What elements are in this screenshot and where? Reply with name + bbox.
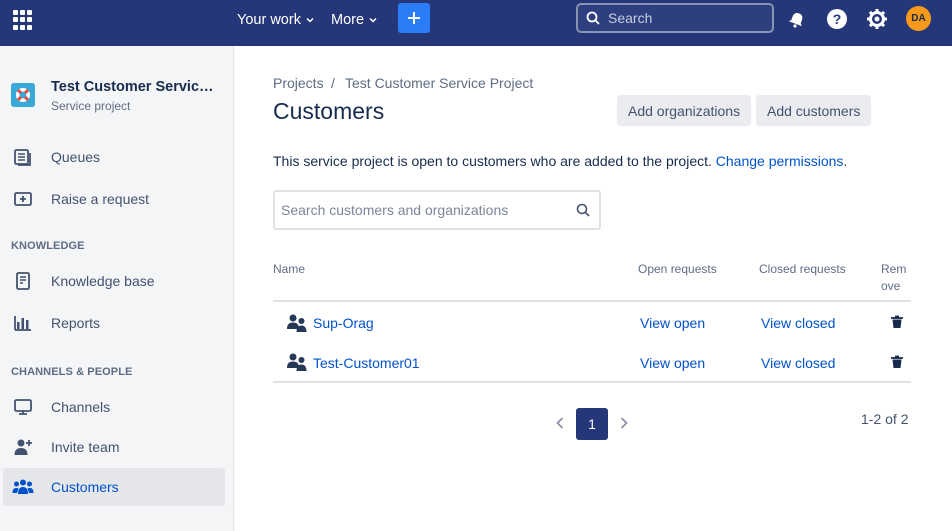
add-organizations-button[interactable]: Add organizations [617, 95, 752, 126]
your-work-label: Your work [237, 12, 301, 28]
notifications-icon[interactable] [786, 8, 808, 30]
sidebar-item-label: Customers [51, 479, 119, 495]
monitor-icon [12, 396, 34, 418]
chevron-down-icon [306, 17, 314, 23]
sidebar-item-customers[interactable]: Customers [3, 468, 225, 506]
sidebar-item-reports[interactable]: Reports [3, 304, 225, 342]
chevron-left-icon [556, 417, 564, 429]
view-closed-link[interactable]: View closed [761, 315, 835, 331]
sidebar-item-queues[interactable]: Queues [3, 138, 225, 176]
view-open-link[interactable]: View open [640, 355, 705, 371]
project-name[interactable]: Test Customer Service Project [51, 79, 221, 95]
organization-icon [287, 353, 307, 371]
breadcrumb-project[interactable]: Test Customer Service Project [345, 75, 533, 91]
sidebar-item-label: Raise a request [51, 191, 150, 207]
customers-icon [12, 476, 34, 498]
project-avatar-icon [11, 83, 35, 107]
breadcrumb-separator: / [331, 75, 335, 91]
next-page-button[interactable] [616, 414, 632, 432]
svg-text:?: ? [833, 11, 842, 27]
top-navigation: Your work More ? DA [0, 0, 952, 46]
previous-page-button[interactable] [552, 414, 568, 432]
trash-icon[interactable] [890, 315, 904, 329]
search-icon [586, 11, 600, 25]
knowledge-base-icon [12, 270, 34, 292]
help-icon[interactable]: ? [826, 8, 848, 30]
sidebar-item-label: Reports [51, 315, 101, 331]
user-avatar[interactable]: DA [906, 6, 931, 31]
customer-search[interactable] [273, 190, 601, 230]
channels-people-heading: CHANNELS & PEOPLE [11, 366, 133, 378]
organization-icon [287, 314, 307, 332]
change-permissions-link[interactable]: Change permissions [716, 153, 844, 169]
column-header-closed-requests: Closed requests [759, 262, 846, 276]
chevron-right-icon [620, 417, 628, 429]
sidebar-item-knowledge-base[interactable]: Knowledge base [3, 262, 225, 300]
chevron-down-icon [369, 17, 377, 23]
result-count: 1-2 of 2 [861, 411, 909, 427]
sidebar-item-label: Queues [51, 149, 101, 165]
view-closed-link[interactable]: View closed [761, 355, 835, 371]
column-header-remove-line1: Rem [881, 262, 907, 276]
knowledge-heading: KNOWLEDGE [11, 240, 85, 252]
project-sidebar: Test Customer Service Project Service pr… [0, 46, 234, 531]
customer-name-link[interactable]: Test-Customer01 [313, 355, 420, 371]
column-header-remove: Rem ove [881, 261, 906, 295]
access-info-text: This service project is open to customer… [273, 153, 716, 169]
global-search-input[interactable] [608, 10, 758, 26]
more-label: More [331, 12, 365, 28]
sidebar-item-label: Knowledge base [51, 273, 155, 289]
raise-request-icon [12, 188, 34, 210]
search-icon [576, 203, 590, 217]
your-work-menu[interactable]: Your work [237, 10, 315, 30]
sidebar-item-channels[interactable]: Channels [3, 388, 225, 426]
page-title: Customers [273, 98, 385, 124]
global-search[interactable] [576, 3, 774, 33]
more-menu[interactable]: More [331, 10, 378, 30]
column-header-name[interactable]: Name [273, 261, 305, 278]
sidebar-item-label: Invite team [51, 439, 120, 455]
breadcrumb-projects[interactable]: Projects [273, 75, 324, 91]
project-type: Service project [51, 99, 131, 113]
sidebar-item-label: Channels [51, 399, 111, 415]
settings-gear-icon[interactable] [866, 8, 888, 30]
column-header-remove-line2: ove [881, 279, 901, 293]
reports-icon [12, 312, 34, 334]
sidebar-item-invite-team[interactable]: Invite team [3, 428, 225, 466]
table-footer-divider [273, 381, 911, 383]
create-button[interactable] [398, 3, 430, 33]
page-button-current[interactable]: 1 [576, 408, 608, 440]
table-header-divider [273, 300, 911, 302]
column-header-open-requests: Open requests [638, 262, 717, 276]
queues-icon [12, 146, 34, 168]
plus-icon [408, 12, 420, 24]
add-customers-button[interactable]: Add customers [756, 95, 872, 126]
sidebar-item-raise-request[interactable]: Raise a request [3, 180, 225, 218]
access-info-end: . [843, 153, 848, 169]
view-open-link[interactable]: View open [640, 315, 705, 331]
customer-search-input[interactable] [281, 202, 566, 218]
trash-icon[interactable] [890, 355, 904, 369]
app-switcher-icon[interactable] [13, 10, 33, 30]
invite-team-icon [12, 436, 34, 458]
customer-name-link[interactable]: Sup-Orag [313, 315, 374, 331]
access-info: This service project is open to customer… [273, 153, 847, 169]
